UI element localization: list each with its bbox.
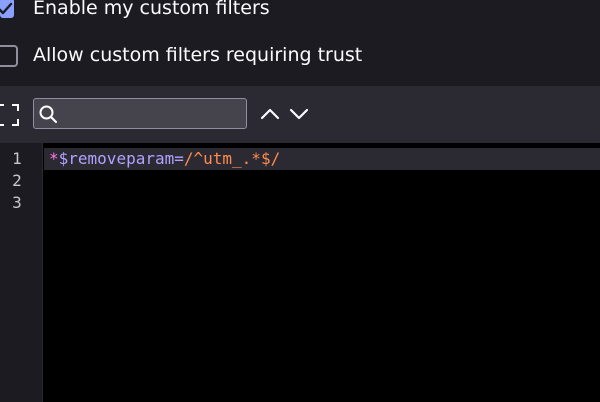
line-number: 2 [12,171,22,190]
filter-editor[interactable]: 1 2 3 *$removeparam=/^utm_.*$/ [0,143,600,402]
expand-icon[interactable] [0,103,20,131]
line-number: 3 [12,193,22,212]
allow-trusted-filters-checkbox[interactable] [0,45,18,67]
allow-trusted-filters-label[interactable]: Allow custom filters requiring trust [33,44,362,66]
previous-match-button[interactable] [258,102,282,126]
line-number: 1 [12,149,22,168]
line-number-gutter: 1 2 3 [0,143,43,402]
token-equals: = [174,149,184,168]
checkmark-icon [0,2,13,15]
search-icon [38,104,58,128]
enable-custom-filters-label[interactable]: Enable my custom filters [33,0,270,19]
code-line[interactable]: *$removeparam=/^utm_.*$/ [49,148,280,170]
filter-options-panel: Enable my custom filters Allow custom fi… [0,0,600,86]
search-input[interactable] [62,102,240,125]
next-match-button[interactable] [287,102,311,126]
search-field[interactable] [33,98,247,129]
chevron-down-icon [289,108,309,120]
chevron-up-icon [260,108,280,120]
token-wildcard: * [49,149,59,168]
editor-toolbar [0,86,600,143]
token-option: $removeparam [58,149,175,168]
enable-custom-filters-checkbox[interactable] [0,0,14,18]
token-regex: /^utm_.*$/ [183,149,281,168]
